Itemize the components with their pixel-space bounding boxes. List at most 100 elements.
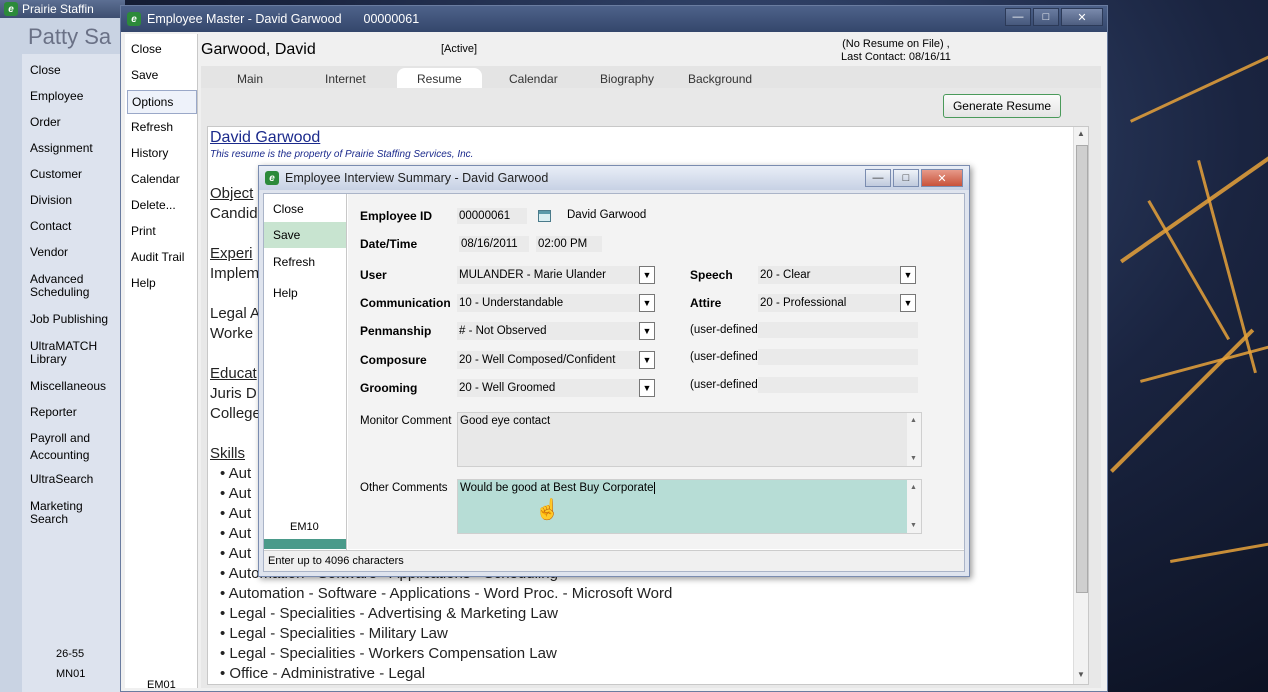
dialog-menu-help[interactable]: Help (264, 280, 346, 306)
chevron-down-icon[interactable]: ▼ (639, 351, 655, 369)
communication-select[interactable]: 10 - Understandable ▼ (457, 294, 655, 312)
close-icon[interactable]: ✕ (1061, 8, 1103, 26)
nav-item-order[interactable]: Order (22, 116, 125, 129)
tab-internet[interactable]: Internet (325, 72, 366, 86)
grooming-label: Grooming (360, 381, 418, 395)
resume-section-heading: Experi (210, 245, 253, 262)
menu-options[interactable]: Options (127, 90, 197, 114)
user-defined-field[interactable] (758, 322, 918, 338)
chevron-down-icon[interactable]: ▼ (900, 294, 916, 312)
penmanship-select[interactable]: # - Not Observed ▼ (457, 322, 655, 340)
dialog-menu-bar (264, 539, 346, 549)
nav-item-customer[interactable]: Customer (22, 168, 125, 181)
menu-history[interactable]: History (131, 146, 168, 160)
app-logo-icon: e (4, 2, 18, 16)
nav-item-close[interactable]: Close (22, 64, 125, 77)
generate-resume-button[interactable]: Generate Resume (943, 94, 1061, 118)
tab-biography[interactable]: Biography (600, 72, 654, 86)
skill-item: • Automation - Software - Applications -… (220, 585, 673, 602)
minimize-icon[interactable]: — (1005, 8, 1031, 26)
scroll-down-icon[interactable]: ▼ (1074, 670, 1088, 682)
speech-select[interactable]: 20 - Clear ▼ (758, 266, 916, 284)
employee-lookup-icon[interactable] (538, 210, 551, 222)
nav-item-ultrasearch[interactable]: UltraSearch (22, 473, 125, 486)
composure-label: Composure (360, 353, 427, 367)
dialog-body: Close Save Refresh Help EM10 Employee ID… (263, 193, 965, 572)
menu-print[interactable]: Print (131, 224, 156, 238)
datetime-label: Date/Time (360, 237, 418, 251)
dialog-menu-refresh[interactable]: Refresh (264, 249, 346, 275)
minimize-icon[interactable]: — (865, 169, 891, 187)
current-user-name: Patty Sa (28, 24, 112, 49)
interview-form: Employee ID 00000061 David Garwood Date/… (348, 194, 964, 549)
app-logo-icon: e (127, 12, 141, 26)
nav-item-marketing-search[interactable]: Marketing Search (22, 500, 125, 526)
nav-item-payroll-accounting[interactable]: Payroll and Accounting (22, 430, 125, 464)
nav-item-contact[interactable]: Contact (22, 220, 125, 233)
menu-calendar[interactable]: Calendar (131, 172, 180, 186)
attire-select[interactable]: 20 - Professional ▼ (758, 294, 916, 312)
resume-scrollbar[interactable]: ▲ ▼ (1073, 127, 1088, 684)
textarea-scrollbar[interactable]: ▲ ▼ (907, 480, 921, 533)
skill-item: • Aut (220, 525, 252, 542)
tab-calendar[interactable]: Calendar (509, 72, 558, 86)
scroll-thumb[interactable] (1076, 145, 1088, 593)
nav-item-job-publishing[interactable]: Job Publishing (22, 313, 125, 326)
tab-background[interactable]: Background (688, 72, 752, 86)
chevron-down-icon[interactable]: ▼ (639, 322, 655, 340)
maximize-icon[interactable]: □ (893, 169, 919, 187)
skill-item: • Legal - Specialities - Advertising & M… (220, 605, 558, 622)
status-bar: Enter up to 4096 characters (264, 550, 964, 571)
menu-audit-trail[interactable]: Audit Trail (131, 250, 184, 264)
user-defined-field[interactable] (758, 349, 918, 365)
time-field[interactable]: 02:00 PM (536, 236, 602, 252)
tab-resume[interactable]: Resume (397, 68, 482, 88)
maximize-icon[interactable]: □ (1033, 8, 1059, 26)
chevron-down-icon[interactable]: ▼ (900, 266, 916, 284)
user-defined-field[interactable] (758, 377, 918, 393)
nav-item-miscellaneous[interactable]: Miscellaneous (22, 380, 125, 393)
scroll-up-icon[interactable]: ▲ (1074, 129, 1088, 141)
resume-note: (No Resume on File) , Last Contact: 08/1… (841, 38, 951, 64)
interview-summary-dialog: e Employee Interview Summary - David Gar… (258, 165, 970, 577)
employee-name: Garwood, David (201, 41, 316, 58)
menu-refresh[interactable]: Refresh (131, 120, 173, 134)
date-field[interactable]: 08/16/2011 (459, 236, 529, 252)
communication-label: Communication (360, 296, 451, 310)
menu-delete[interactable]: Delete... (131, 198, 176, 212)
nav-item-advanced-scheduling[interactable]: Advanced Scheduling (22, 273, 125, 299)
dialog-menu-save[interactable]: Save (264, 222, 346, 248)
nav-item-employee[interactable]: Employee (22, 90, 125, 103)
resume-property-note: This resume is the property of Prairie S… (210, 149, 474, 160)
user-select[interactable]: MULANDER - Marie Ulander ▼ (457, 266, 655, 284)
tab-main[interactable]: Main (237, 72, 263, 86)
menu-help[interactable]: Help (131, 276, 156, 290)
other-comments-textarea[interactable]: Would be good at Best Buy Corporate ▲ ▼ (457, 479, 922, 534)
menu-save[interactable]: Save (131, 68, 158, 82)
chevron-down-icon[interactable]: ▼ (639, 266, 655, 284)
grooming-select[interactable]: 20 - Well Groomed ▼ (457, 379, 655, 397)
nav-item-division[interactable]: Division (22, 194, 125, 207)
menu-close[interactable]: Close (131, 42, 162, 56)
employee-id-field: 00000061 (457, 208, 527, 224)
employee-menu: Close Save Options Refresh History Calen… (125, 34, 198, 691)
close-icon[interactable]: ✕ (921, 169, 963, 187)
employee-header: Garwood, David [Active] (No Resume on Fi… (201, 36, 1101, 66)
resume-section-heading: Educat (210, 365, 257, 382)
nav-item-vendor[interactable]: Vendor (22, 246, 125, 259)
composure-select[interactable]: 20 - Well Composed/Confident ▼ (457, 351, 655, 369)
window-title: Employee Master - David Garwood (147, 12, 342, 26)
chevron-down-icon[interactable]: ▼ (639, 294, 655, 312)
user-defined-label: (user-defined) (690, 324, 762, 336)
monitor-comment-textarea[interactable]: Good eye contact ▲ ▼ (457, 412, 922, 467)
nav-item-assignment[interactable]: Assignment (22, 142, 125, 155)
nav-item-ultramatch-library[interactable]: UltraMATCH Library (22, 340, 125, 366)
chevron-down-icon[interactable]: ▼ (639, 379, 655, 397)
dialog-menu-close[interactable]: Close (264, 196, 346, 222)
resume-text: Legal A (210, 305, 261, 322)
footer-code: 26-55 (56, 648, 85, 660)
resume-status: (No Resume on File) , (842, 38, 950, 50)
nav-item-reporter[interactable]: Reporter (22, 406, 125, 419)
textarea-scrollbar[interactable]: ▲ ▼ (907, 413, 921, 466)
footer-code: MN01 (56, 668, 86, 680)
